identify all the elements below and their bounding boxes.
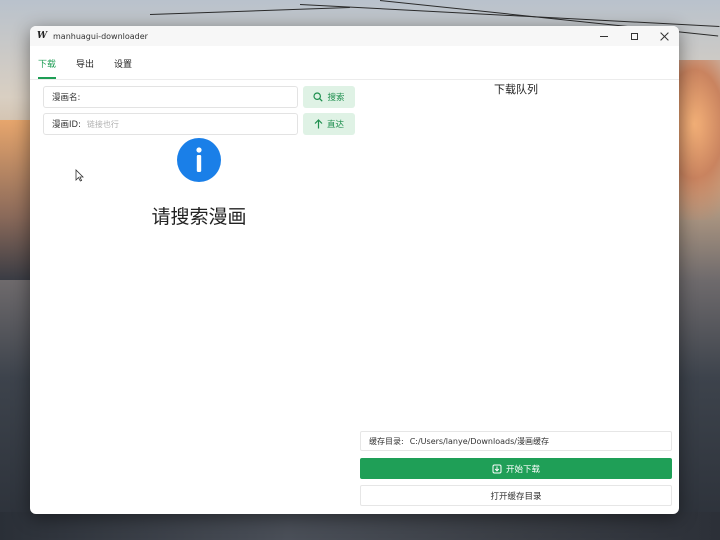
open-cache-directory-button[interactable]: 打开缓存目录 [360,485,672,506]
tab-download[interactable]: 下载 [38,57,57,79]
window-controls [589,26,679,46]
background-wire [299,4,720,27]
comic-id-label: 漫画ID: [52,120,81,130]
direct-button-label: 直达 [326,120,344,130]
empty-state-message: 请搜索漫画 [151,206,247,228]
title-bar[interactable]: W manhuagui-downloader [30,26,679,46]
minimize-icon [600,35,608,37]
start-download-button[interactable]: 开始下载 [360,458,672,479]
app-window: W manhuagui-downloader 下载 导出 设置 漫画名: 搜索 … [30,26,679,514]
mouse-cursor-icon [75,167,84,186]
close-button[interactable] [649,26,679,46]
search-button[interactable]: 搜索 [303,86,355,108]
arrow-up-icon [314,119,323,129]
download-icon [492,464,502,474]
info-icon [177,138,221,182]
search-button-label: 搜索 [327,93,345,103]
comic-id-field[interactable]: 漫画ID: [43,113,298,135]
start-download-label: 开始下载 [505,464,540,475]
cache-directory-display: 缓存目录: C:/Users/lanye/Downloads/漫画缓存 [360,431,672,451]
cache-directory-label: 缓存目录: [369,436,404,446]
search-name-row: 漫画名: 搜索 [43,86,355,108]
tab-export[interactable]: 导出 [76,57,94,79]
window-title: manhuagui-downloader [53,31,148,41]
open-cache-directory-label: 打开缓存目录 [490,491,542,502]
maximize-icon [630,32,638,40]
comic-name-input[interactable] [86,92,277,102]
maximize-button[interactable] [619,26,649,46]
minimize-button[interactable] [589,26,619,46]
app-logo-icon: W [37,31,48,41]
tab-bar: 下载 导出 设置 [30,46,679,80]
close-icon [660,32,669,41]
background-wire [149,7,350,15]
comic-id-row: 漫画ID: 直达 [43,113,355,135]
comic-id-input[interactable] [86,119,277,129]
search-icon [313,92,324,102]
tab-settings[interactable]: 设置 [114,57,132,79]
background-ground [0,512,720,540]
download-queue-title: 下载队列 [494,83,538,96]
comic-name-field[interactable]: 漫画名: [43,86,298,108]
cache-directory-path: C:/Users/lanye/Downloads/漫画缓存 [409,436,549,446]
direct-button[interactable]: 直达 [303,113,355,135]
comic-name-label: 漫画名: [52,93,81,103]
